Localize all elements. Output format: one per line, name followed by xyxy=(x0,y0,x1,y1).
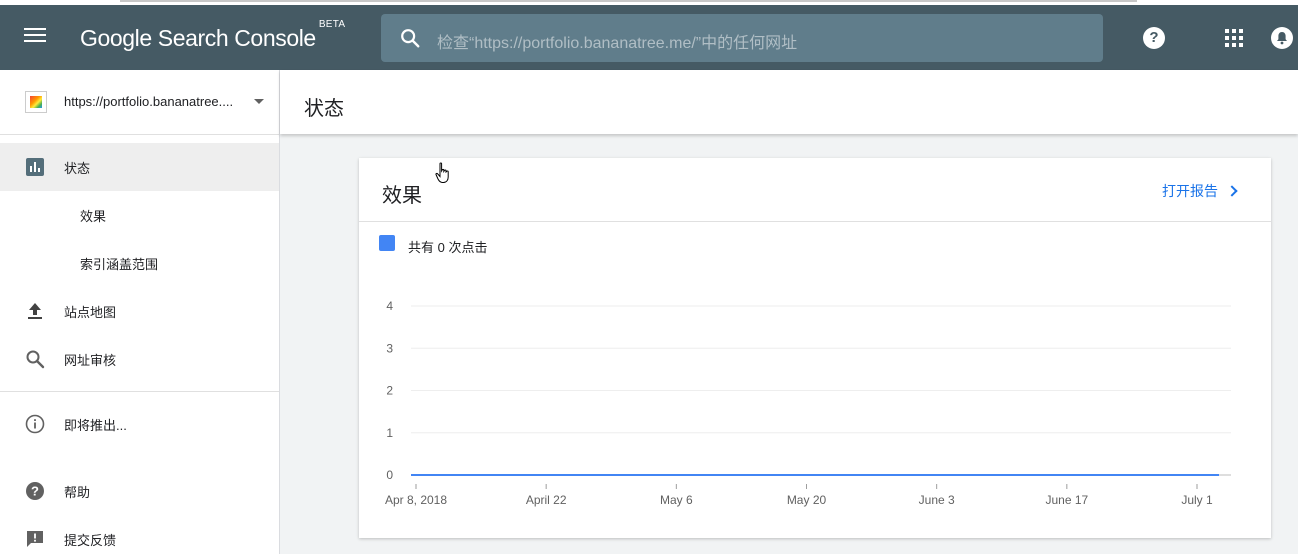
x-tick-label: June 17 xyxy=(1045,493,1088,507)
y-tick-label: 2 xyxy=(386,384,393,398)
help-icon[interactable]: ? xyxy=(1143,27,1165,49)
apps-grid-icon[interactable] xyxy=(1225,29,1243,47)
sidebar-divider xyxy=(0,391,279,392)
y-tick-label: 4 xyxy=(386,299,393,313)
upload-icon xyxy=(28,303,42,319)
sidebar-item-coming-soon[interactable]: 即将推出... xyxy=(0,400,279,448)
sidebar-item-feedback[interactable]: 提交反馈 xyxy=(0,515,279,554)
performance-card: 效果 打开报告 共有 0 次点击 0 1 2 3 4 Apr 8, 2018 April 2… xyxy=(359,158,1271,538)
sidebar-item-help[interactable]: ? 帮助 xyxy=(0,467,279,515)
sidebar: https://portfolio.bananatree.... 状态 效果 索… xyxy=(0,70,280,554)
x-tick-label: July 1 xyxy=(1181,493,1213,507)
property-url: https://portfolio.bananatree.... xyxy=(64,94,234,109)
property-favicon xyxy=(25,91,47,113)
search-icon xyxy=(401,29,420,48)
x-tick-label: June 3 xyxy=(919,493,955,507)
sidebar-item-label: 索引涵盖范围 xyxy=(80,257,159,272)
sidebar-item-label: 即将推出... xyxy=(64,418,127,433)
sidebar-item-label: 状态 xyxy=(64,161,91,176)
legend-swatch xyxy=(379,235,395,251)
sidebar-item-label: 提交反馈 xyxy=(64,533,117,548)
page-title: 状态 xyxy=(304,98,344,120)
property-selector[interactable]: https://portfolio.bananatree.... xyxy=(0,70,279,135)
y-tick-label: 3 xyxy=(386,341,393,355)
top-strip-bar xyxy=(120,0,1137,2)
open-report-link[interactable]: 打开报告 xyxy=(1162,181,1238,201)
sidebar-item-index-coverage[interactable]: 索引涵盖范围 xyxy=(0,239,279,287)
card-title: 效果 xyxy=(382,185,422,207)
sidebar-item-url-inspection[interactable]: 网址审核 xyxy=(0,335,279,383)
x-tick-label: May 6 xyxy=(660,493,693,507)
sidebar-item-performance[interactable]: 效果 xyxy=(0,191,279,239)
sidebar-item-label: 效果 xyxy=(80,209,107,224)
y-tick-label: 0 xyxy=(386,468,393,482)
app-header: Google Search ConsoleBETA 检查“https://por… xyxy=(0,5,1298,70)
sidebar-item-sitemaps[interactable]: 站点地图 xyxy=(0,287,279,335)
brand-name: Google Search Console xyxy=(80,25,316,51)
sidebar-item-status[interactable]: 状态 xyxy=(0,143,279,191)
performance-chart: 0 1 2 3 4 Apr 8, 2018 April 22 May 6 May 20 June … xyxy=(385,299,1231,507)
chevron-down-icon xyxy=(254,99,264,104)
open-report-label: 打开报告 xyxy=(1162,183,1218,199)
help-icon: ? xyxy=(26,482,44,500)
info-icon xyxy=(25,414,45,434)
x-tick-label: April 22 xyxy=(526,493,567,507)
svg-text:?: ? xyxy=(31,484,39,499)
card-divider xyxy=(359,221,1271,222)
page-header: 状态 xyxy=(280,70,1298,134)
sidebar-item-label: 站点地图 xyxy=(64,305,117,320)
search-placeholder: 检查“https://portfolio.bananatree.me/”中的任何… xyxy=(437,35,798,52)
search-icon xyxy=(26,350,45,369)
chevron-right-icon xyxy=(1226,185,1238,197)
legend-label: 共有 0 次点击 xyxy=(408,240,488,255)
app-title[interactable]: Google Search ConsoleBETA xyxy=(80,19,345,52)
menu-icon[interactable] xyxy=(24,28,46,46)
sidebar-item-label: 帮助 xyxy=(64,485,91,500)
hand-cursor-icon xyxy=(435,162,449,183)
y-tick-label: 1 xyxy=(386,426,393,440)
notifications-bell-icon[interactable] xyxy=(1271,27,1293,49)
x-tick-label: Apr 8, 2018 xyxy=(385,493,447,507)
beta-badge: BETA xyxy=(318,19,346,31)
feedback-icon xyxy=(27,531,43,547)
search-input[interactable]: 检查“https://portfolio.bananatree.me/”中的任何… xyxy=(381,14,1103,62)
bar-chart-icon xyxy=(26,158,44,176)
x-tick-label: May 20 xyxy=(787,493,827,507)
sidebar-item-label: 网址审核 xyxy=(64,353,117,368)
